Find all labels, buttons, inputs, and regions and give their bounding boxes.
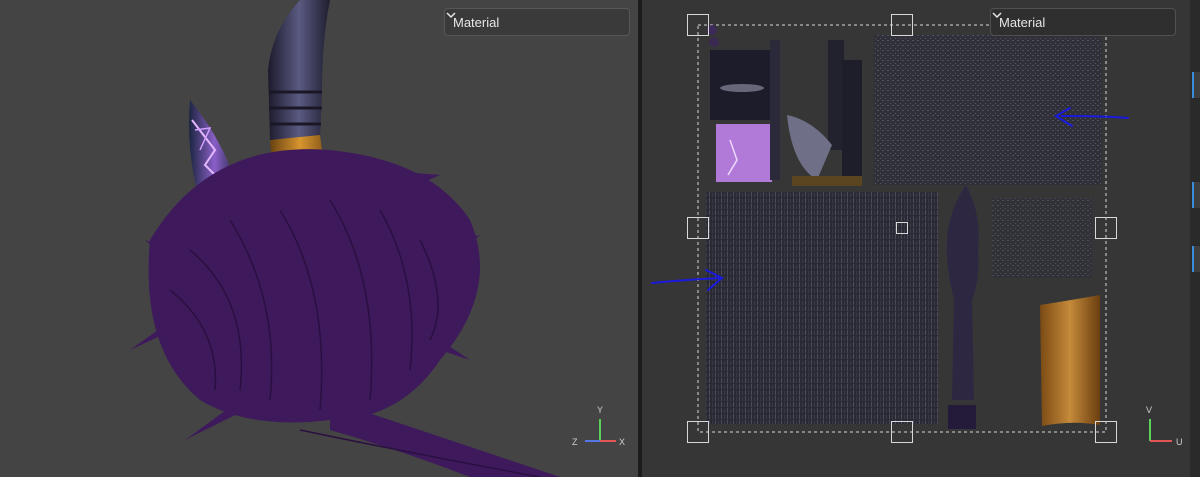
handle-bottom-right[interactable] (1095, 421, 1117, 443)
axis-u-label: U (1176, 437, 1183, 447)
toolbar-button[interactable] (1192, 182, 1200, 208)
handle-middle-left[interactable] (687, 217, 709, 239)
fur-mass (130, 149, 560, 477)
handle-middle-right[interactable] (1095, 217, 1117, 239)
uv-material-select[interactable]: Material (990, 8, 1176, 36)
axis-z-label: Z (572, 437, 578, 447)
horn-mesh (268, 0, 330, 140)
uv-axis-gizmo: V U (1146, 405, 1183, 447)
handle-top-center[interactable] (891, 14, 913, 36)
toolbar-button[interactable] (1192, 72, 1200, 98)
handle-bottom-left[interactable] (687, 421, 709, 443)
uv-material-select-value: Material (999, 14, 1046, 30)
model-render: Y X Z (130, 0, 625, 477)
uv-editor[interactable]: V U Material (642, 0, 1200, 477)
viewport-material-select[interactable]: Material (444, 8, 630, 36)
3d-viewport[interactable]: Y X Z Material (0, 0, 638, 477)
handle-top-left[interactable] (687, 14, 709, 36)
axis-gizmo: Y X Z (572, 405, 625, 447)
handle-bottom-center[interactable] (891, 421, 913, 443)
axis-x-label: X (619, 437, 625, 447)
viewport-material-select-value: Material (453, 14, 500, 30)
toolbar-button[interactable] (1192, 246, 1200, 272)
handle-center[interactable] (896, 222, 908, 234)
axis-v-label: V (1146, 405, 1152, 415)
side-toolbar (1190, 0, 1200, 477)
axis-y-label: Y (597, 405, 603, 415)
